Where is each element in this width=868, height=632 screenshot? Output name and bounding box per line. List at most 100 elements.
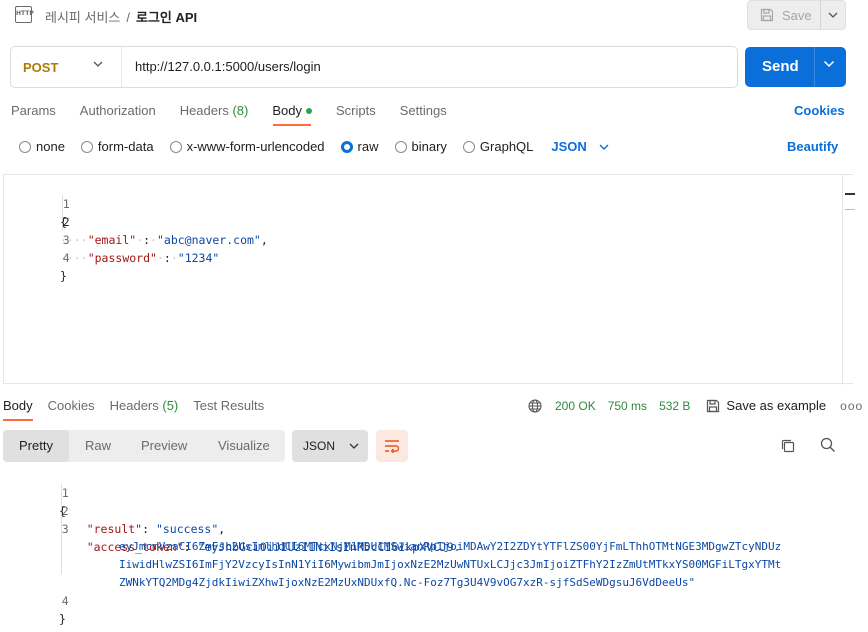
close-brace: } bbox=[60, 269, 67, 283]
code-line: 4 } bbox=[3, 574, 853, 626]
radio-circle-selected bbox=[340, 140, 353, 153]
copy-icon[interactable] bbox=[780, 438, 796, 454]
breadcrumb: 레시피 서비스 / 로그인 API bbox=[45, 7, 197, 26]
radio-circle bbox=[462, 140, 475, 153]
response-time[interactable]: 750 ms bbox=[608, 399, 647, 413]
code-line: 2 "result": "success", bbox=[3, 484, 853, 536]
radio-urlencoded[interactable]: x-www-form-urlencoded bbox=[169, 139, 325, 154]
radio-binary[interactable]: binary bbox=[394, 139, 447, 154]
body-format-label: JSON bbox=[551, 139, 587, 154]
save-as-example-button[interactable]: Save as example bbox=[706, 398, 826, 413]
http-file-icon: HTTP bbox=[15, 6, 34, 23]
wrap-lines-button[interactable] bbox=[376, 430, 408, 462]
tab-scripts[interactable]: Scripts bbox=[336, 103, 376, 121]
resp-tab-headers[interactable]: Headers (5) bbox=[110, 398, 179, 413]
chevron-down-icon bbox=[349, 443, 359, 449]
response-format-select[interactable]: JSON bbox=[292, 430, 368, 462]
search-icon[interactable] bbox=[820, 437, 836, 453]
globe-icon[interactable] bbox=[528, 398, 542, 413]
editor-scrollbar[interactable] bbox=[842, 175, 856, 385]
resp-tab-test-results[interactable]: Test Results bbox=[193, 398, 264, 413]
code-line-wrapped: ZWNkYTQ2MDg4ZjdkIiwiZXhwIjoxNzE2MzUxNDUx… bbox=[3, 556, 853, 589]
send-label: Send bbox=[762, 58, 799, 75]
radio-label: binary bbox=[411, 139, 447, 154]
json-string: "1234" bbox=[177, 251, 220, 265]
code-line: 3 ····"password"·:·"1234" bbox=[4, 213, 834, 265]
tab-params[interactable]: Params bbox=[11, 103, 56, 121]
radio-circle bbox=[169, 140, 182, 153]
resp-tab-headers-label: Headers bbox=[109, 398, 159, 413]
url-bar: POST http://127.0.0.1:5000/users/login bbox=[10, 46, 738, 88]
body-modified-dot bbox=[305, 107, 312, 114]
request-title[interactable]: 로그인 API bbox=[136, 10, 197, 25]
radio-label: none bbox=[36, 139, 65, 154]
send-button[interactable]: Send bbox=[745, 47, 846, 87]
save-icon bbox=[760, 8, 774, 22]
response-body-viewer[interactable]: 1 { 2 "result": "success", 3 "access_tok… bbox=[3, 466, 853, 632]
radio-graphql[interactable]: GraphQL bbox=[462, 139, 534, 154]
chevron-down-icon bbox=[599, 144, 609, 150]
code-line: 4 } bbox=[4, 231, 834, 283]
resp-tab-cookies[interactable]: Cookies bbox=[48, 398, 95, 413]
view-raw[interactable]: Raw bbox=[85, 438, 111, 453]
breadcrumb-separator: / bbox=[126, 10, 130, 25]
response-size[interactable]: 532 B bbox=[659, 399, 690, 413]
tab-headers[interactable]: Headers (8) bbox=[180, 103, 249, 121]
method-select[interactable]: POST bbox=[11, 47, 122, 87]
status-code[interactable]: 200 OK bbox=[555, 399, 596, 413]
code-line-wrapped: IiwidHlwZSI6ImFjY2VzcyIsInN1YiI6MywibmJm… bbox=[3, 538, 853, 571]
line-number: 4 bbox=[61, 594, 69, 608]
radio-circle bbox=[394, 140, 407, 153]
breadcrumb-collection[interactable]: 레시피 서비스 bbox=[45, 10, 120, 25]
line-number: 4 bbox=[62, 251, 70, 265]
radio-form-data[interactable]: form-data bbox=[80, 139, 154, 154]
tab-authorization[interactable]: Authorization bbox=[80, 103, 156, 121]
beautify-link[interactable]: Beautify bbox=[787, 139, 838, 154]
code-line: 1 { bbox=[3, 466, 853, 518]
body-type-selector: none form-data x-www-form-urlencoded raw… bbox=[19, 139, 609, 154]
chevron-down-icon bbox=[828, 12, 838, 18]
tab-headers-label: Headers bbox=[179, 103, 229, 118]
headers-count: (8) bbox=[232, 103, 249, 118]
radio-circle bbox=[80, 140, 93, 153]
save-button[interactable]: Save bbox=[747, 0, 821, 30]
code-text: } bbox=[60, 267, 67, 285]
scroll-marker bbox=[845, 209, 855, 210]
more-options-icon[interactable]: ooo bbox=[840, 399, 863, 413]
view-pretty[interactable]: Pretty bbox=[19, 438, 53, 453]
save-options-button[interactable] bbox=[820, 0, 846, 30]
close-brace: } bbox=[59, 612, 66, 626]
code-line: 3 "access_token": "eyJhbGciOiJIUzI1NiIsI… bbox=[3, 502, 853, 554]
json-key: "password" bbox=[87, 251, 157, 265]
radio-none[interactable]: none bbox=[19, 139, 65, 154]
active-tab-indicator bbox=[3, 419, 33, 421]
cookies-link[interactable]: Cookies bbox=[794, 103, 845, 118]
radio-label: GraphQL bbox=[479, 139, 534, 154]
code-line: 2 ····"email"·:·"abc@naver.com", bbox=[4, 195, 834, 247]
tab-settings[interactable]: Settings bbox=[400, 103, 447, 121]
radio-raw[interactable]: raw bbox=[340, 139, 379, 154]
resp-headers-count: (5) bbox=[162, 398, 179, 413]
chevron-down-icon bbox=[93, 61, 103, 67]
code-text: ····"password"·:·"1234" bbox=[60, 251, 220, 265]
body-format-select[interactable]: JSON bbox=[551, 139, 609, 154]
view-visualize[interactable]: Visualize bbox=[218, 438, 270, 453]
scroll-thumb[interactable] bbox=[845, 193, 855, 195]
resp-tab-body[interactable]: Body bbox=[3, 398, 33, 413]
tab-body[interactable]: Body bbox=[272, 103, 312, 121]
method-label: POST bbox=[23, 59, 59, 75]
request-body-editor[interactable]: 1 { 2 ····"email"·:·"abc@naver.com", 3 ·… bbox=[3, 174, 856, 385]
response-meta: 200 OK 750 ms 532 B Save as example ooo bbox=[528, 398, 863, 413]
radio-label: raw bbox=[357, 139, 379, 154]
radio-circle bbox=[19, 140, 31, 153]
code-text: } bbox=[59, 610, 66, 628]
send-options-icon[interactable] bbox=[823, 60, 835, 68]
response-format-label: JSON bbox=[303, 439, 336, 453]
tab-body-label: Body bbox=[272, 103, 302, 118]
json-colon: : bbox=[163, 251, 171, 265]
save-icon bbox=[707, 399, 720, 412]
save-label: Save bbox=[782, 7, 812, 23]
view-preview[interactable]: Preview bbox=[141, 438, 187, 453]
top-bar: HTTP 레시피 서비스 / 로그인 API Save bbox=[0, 0, 868, 34]
url-input[interactable]: http://127.0.0.1:5000/users/login bbox=[135, 59, 321, 74]
